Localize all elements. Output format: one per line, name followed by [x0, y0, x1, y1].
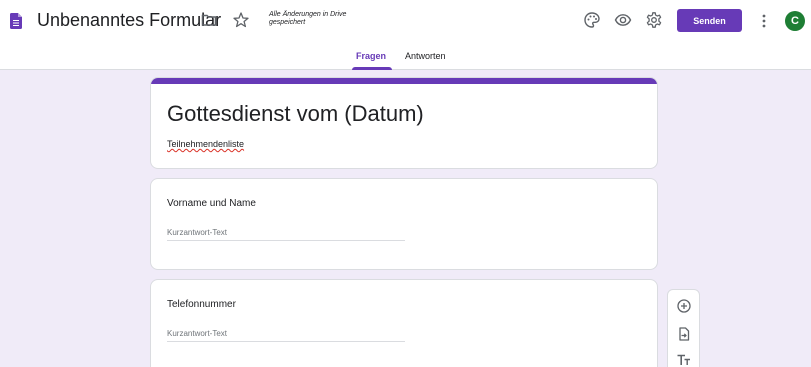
star-icon[interactable]	[232, 11, 250, 29]
top-bar: Unbenanntes Formular Alle Änderungen in …	[0, 0, 811, 70]
short-answer-field: Kurzantwort-Text	[167, 227, 405, 241]
active-tab-indicator	[352, 67, 392, 70]
question-card[interactable]: Telefonnummer Kurzantwort-Text	[150, 279, 658, 367]
tab-responses[interactable]: Antworten	[405, 50, 446, 62]
question-card[interactable]: Vorname und Name Kurzantwort-Text	[150, 178, 658, 270]
palette-icon[interactable]	[583, 11, 601, 29]
send-button[interactable]: Senden	[677, 9, 742, 32]
form-document-title[interactable]: Unbenanntes Formular	[37, 8, 221, 32]
add-question-icon[interactable]	[676, 298, 692, 314]
side-toolbar	[667, 289, 700, 367]
form-title[interactable]: Gottesdienst vom (Datum)	[167, 101, 424, 127]
question-title[interactable]: Vorname und Name	[167, 198, 256, 210]
import-questions-icon[interactable]	[676, 326, 692, 342]
title-accent-bar	[151, 78, 657, 84]
tab-questions[interactable]: Fragen	[356, 50, 386, 62]
form-title-card[interactable]: Gottesdienst vom (Datum) Teilnehmendenli…	[150, 77, 658, 169]
question-title[interactable]: Telefonnummer	[167, 299, 236, 311]
form-description[interactable]: Teilnehmendenliste	[167, 138, 244, 150]
add-title-icon[interactable]	[676, 352, 692, 367]
settings-icon[interactable]	[645, 11, 663, 29]
folder-icon[interactable]	[201, 12, 217, 28]
short-answer-field: Kurzantwort-Text	[167, 328, 405, 342]
eye-icon[interactable]	[614, 11, 632, 29]
more-vert-icon[interactable]	[758, 12, 770, 30]
forms-doc-icon[interactable]	[10, 13, 22, 29]
save-status-text: Alle Änderungen in Drive gespeichert	[269, 11, 347, 26]
account-avatar[interactable]: C	[785, 11, 805, 31]
